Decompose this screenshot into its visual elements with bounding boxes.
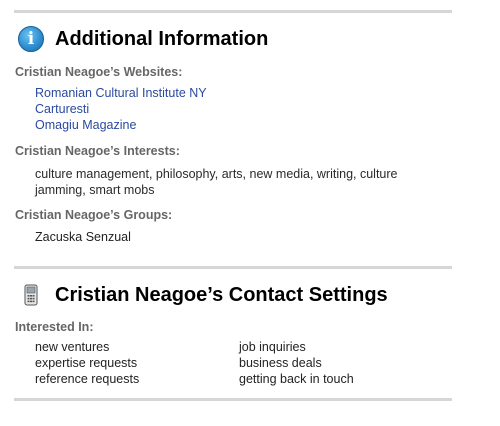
interest-option-expertise-requests: expertise requests — [35, 356, 138, 370]
interest-item[interactable]: writing — [317, 167, 353, 181]
interest-item[interactable]: new media — [250, 167, 310, 181]
group-link-zacuska[interactable]: Zacuska Senzual — [35, 230, 131, 244]
interest-item[interactable]: smart mobs — [89, 183, 154, 197]
additional-info-title: Additional Information — [55, 27, 269, 50]
website-link-carturesti[interactable]: Carturesti — [35, 102, 89, 116]
website-link-omagiu[interactable]: Omagiu Magazine — [35, 118, 136, 132]
website-link-rcinyc[interactable]: Romanian Cultural Institute NY — [35, 86, 207, 100]
interest-item[interactable]: culture management — [35, 167, 149, 181]
contact-settings-title: Cristian Neagoe’s Contact Settings — [55, 283, 388, 306]
interests-list: culture management, philosophy, arts, ne… — [35, 167, 398, 197]
interest-item[interactable]: arts — [222, 167, 243, 181]
top-divider — [14, 10, 452, 13]
interest-item[interactable]: philosophy — [156, 167, 215, 181]
bottom-divider — [14, 398, 452, 401]
interest-option-business-deals: business deals — [239, 356, 322, 370]
interest-option-reference-requests: reference requests — [35, 372, 140, 386]
interest-option-getting-back-in-touch: getting back in touch — [239, 372, 354, 386]
interests-label: Cristian Neagoe’s Interests: — [15, 144, 180, 158]
interested-in-label: Interested In: — [15, 320, 94, 334]
info-icon: i — [18, 26, 44, 52]
websites-label: Cristian Neagoe’s Websites: — [15, 65, 183, 79]
phone-icon — [18, 282, 44, 308]
middle-divider — [14, 266, 452, 269]
groups-label: Cristian Neagoe’s Groups: — [15, 208, 173, 222]
interest-option-job-inquiries: job inquiries — [239, 340, 306, 354]
contact-settings-header: Cristian Neagoe’s Contact Settings — [18, 282, 388, 308]
interest-option-new-ventures: new ventures — [35, 340, 110, 354]
additional-info-header: i Additional Information — [18, 26, 268, 52]
